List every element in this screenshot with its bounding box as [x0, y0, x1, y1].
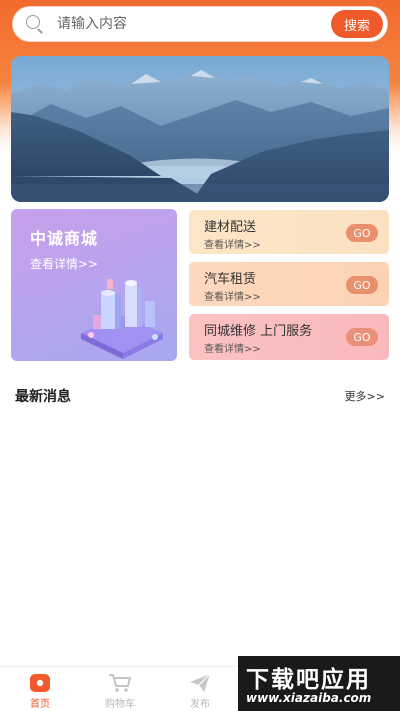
mountain-image	[11, 56, 389, 202]
search-icon	[25, 14, 45, 34]
service-card-title: 同城维修 上门服务	[204, 324, 313, 339]
city-illustration	[81, 279, 163, 359]
service-card-subtitle[interactable]: 查看详情>>	[204, 236, 261, 251]
service-card-repair[interactable]: 同城维修 上门服务 查看详情>> GO	[189, 314, 389, 360]
banner-image[interactable]	[11, 56, 389, 202]
home-icon	[30, 674, 50, 692]
watermark-url: www.xiazaiba.com	[246, 691, 372, 705]
tab-publish[interactable]: 发布	[170, 667, 230, 711]
watermark-logo: 下载吧应用 www.xiazaiba.com	[238, 656, 400, 711]
send-icon	[190, 673, 211, 692]
tab-home[interactable]: 首页	[10, 667, 70, 711]
news-more-link[interactable]: 更多>>	[345, 388, 385, 404]
service-card-subtitle[interactable]: 查看详情>>	[204, 288, 261, 303]
tab-label: 购物车	[105, 699, 135, 710]
mall-card-subtitle[interactable]: 查看详情>>	[30, 255, 98, 272]
service-card-car-rental[interactable]: 汽车租赁 查看详情>> GO	[189, 262, 389, 306]
watermark-title: 下载吧应用	[246, 667, 371, 693]
tab-label: 首页	[30, 699, 50, 710]
cart-icon	[109, 674, 131, 692]
search-bar[interactable]: 搜索	[12, 6, 388, 42]
go-button[interactable]: GO	[346, 328, 378, 346]
go-button[interactable]: GO	[346, 276, 378, 294]
tab-label: 发布	[190, 699, 210, 710]
service-card-building-materials[interactable]: 建材配送 查看详情>> GO	[189, 210, 389, 254]
service-card-title: 汽车租赁	[204, 272, 257, 287]
search-input[interactable]	[57, 9, 331, 39]
tab-cart[interactable]: 购物车	[90, 667, 150, 711]
news-section-title: 最新消息	[15, 389, 71, 405]
service-card-subtitle[interactable]: 查看详情>>	[204, 340, 261, 355]
search-button[interactable]: 搜索	[331, 10, 383, 38]
mall-card[interactable]: 中诚商城 查看详情>> GO	[11, 209, 177, 361]
go-button[interactable]: GO	[346, 224, 378, 242]
service-card-title: 建材配送	[204, 220, 257, 235]
mall-card-title: 中诚商城	[30, 229, 99, 248]
